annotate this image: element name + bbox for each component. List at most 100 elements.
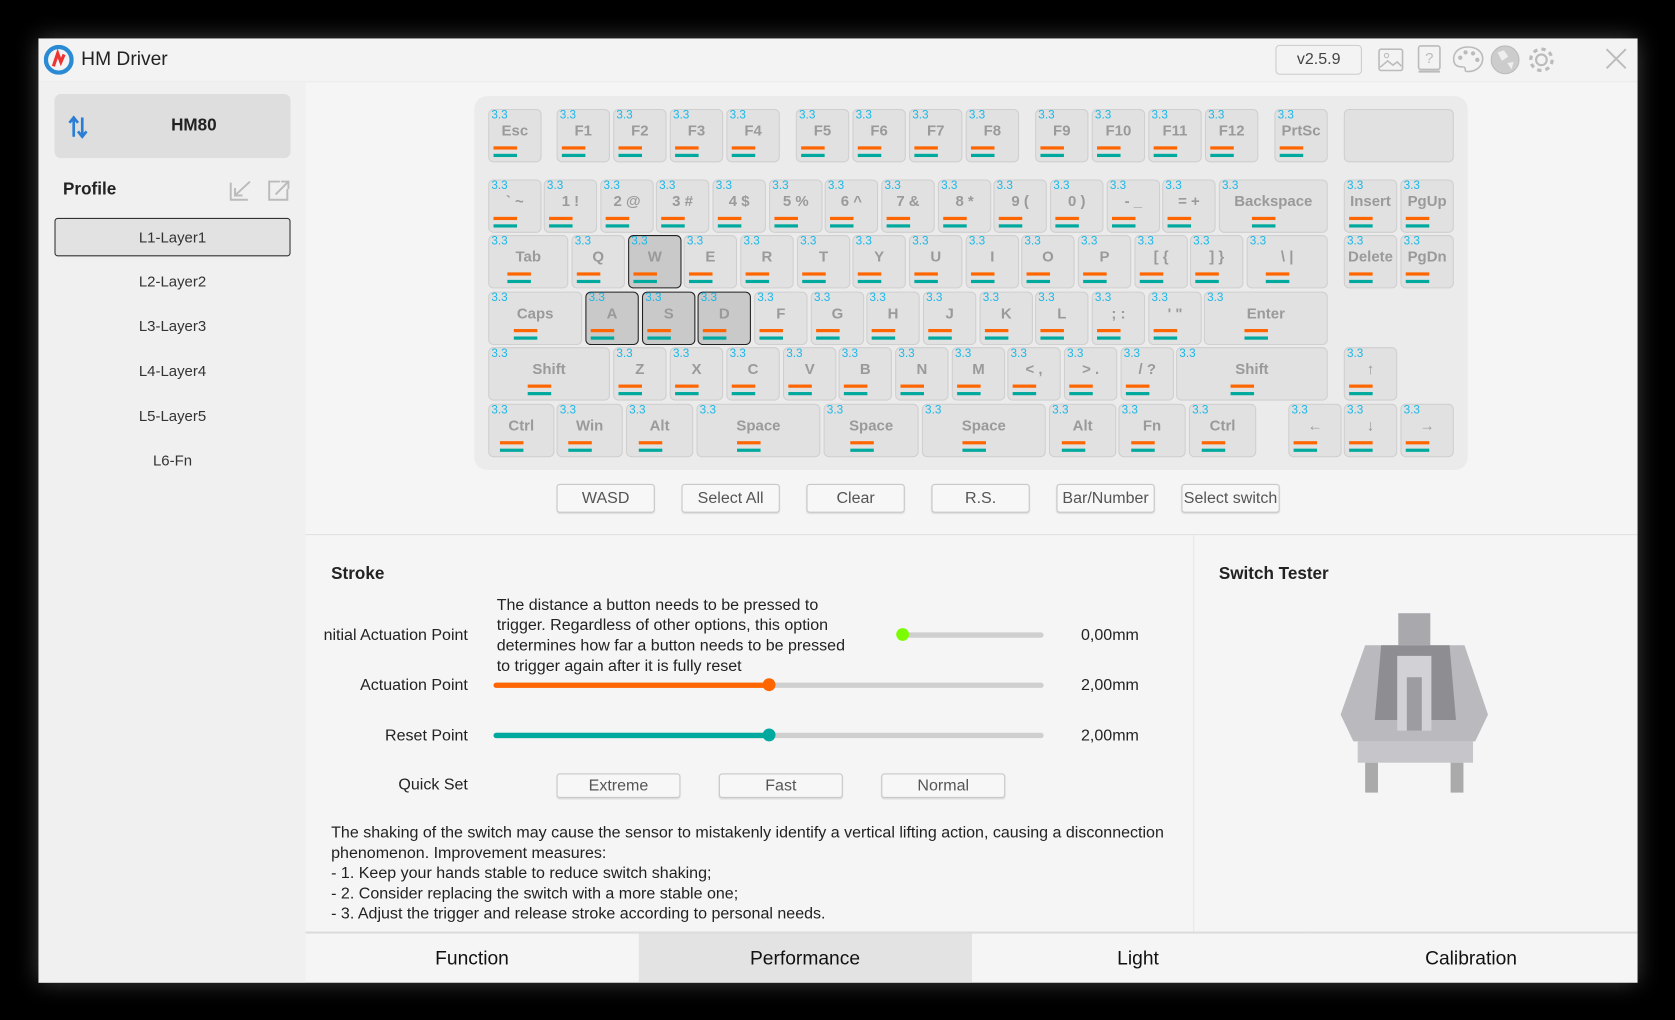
key[interactable]: 3.3/ ? xyxy=(1120,347,1174,401)
key[interactable]: 3.3 PgUp xyxy=(1400,179,1454,233)
key[interactable]: 3.3 ← xyxy=(1288,403,1342,458)
key[interactable]: 3.3 O xyxy=(1021,235,1075,289)
key[interactable]: 3.3 = + xyxy=(1162,179,1216,233)
quick-set-normal[interactable]: Normal xyxy=(881,773,1006,798)
key[interactable]: 3.3 > . xyxy=(1063,347,1118,401)
key[interactable]: 3.3 Space xyxy=(696,403,821,458)
key[interactable]: 3.3 Alt xyxy=(1048,403,1117,458)
key[interactable]: 3.3 F5 xyxy=(795,108,850,163)
key[interactable]: 3.3 N xyxy=(895,347,949,401)
actuation-slider[interactable] xyxy=(493,678,1044,692)
key[interactable]: 3.3 Shift xyxy=(488,347,610,401)
import-icon[interactable] xyxy=(229,178,253,202)
key[interactable]: 3.3 Enter xyxy=(1203,291,1328,346)
key[interactable]: 3.3 F8 xyxy=(965,108,1020,163)
key[interactable]: 3.3[ { xyxy=(1134,235,1188,289)
key[interactable]: 3.3 H xyxy=(866,291,920,346)
palette-icon[interactable] xyxy=(1452,45,1484,73)
key[interactable]: 3.3 B xyxy=(838,347,892,401)
help-book-icon[interactable]: ? xyxy=(1416,45,1442,74)
tab-performance[interactable]: Performance xyxy=(638,931,972,983)
key[interactable]: 3.3 8 * xyxy=(937,179,992,233)
key[interactable]: 3.3 Backspace xyxy=(1218,179,1328,233)
key[interactable]: 3.3 PgDn xyxy=(1400,235,1454,289)
reset-slider-handle[interactable] xyxy=(762,728,775,742)
key[interactable]: 3.3 P xyxy=(1077,235,1132,289)
key[interactable]: 3.3 U xyxy=(909,235,963,289)
key[interactable]: 3.3 0 ) xyxy=(1050,179,1104,233)
key[interactable]: 3.3 I xyxy=(965,235,1020,289)
key[interactable]: 3.3 1 ! xyxy=(543,179,598,233)
key[interactable]: 3.3 X xyxy=(669,347,724,401)
key[interactable]: 3.3 Y xyxy=(852,235,906,289)
device-card[interactable]: HM80 xyxy=(54,94,291,159)
key[interactable]: 3.3 G xyxy=(810,291,865,346)
select-all-button[interactable]: Select All xyxy=(681,483,780,513)
key[interactable]: 3.3 7 & xyxy=(881,179,935,233)
wasd-button[interactable]: WASD xyxy=(556,483,655,513)
key[interactable]: 3.3 F9 xyxy=(1035,108,1089,163)
key[interactable]: 3.3 → xyxy=(1400,403,1454,458)
initial-slider-handle[interactable] xyxy=(896,628,910,641)
rs-button[interactable]: R.S. xyxy=(931,483,1030,513)
select-switch-button[interactable]: Select switch xyxy=(1181,483,1280,513)
initial-actuation-slider[interactable] xyxy=(896,628,1044,641)
key[interactable]: 3.3 F xyxy=(754,291,808,346)
key[interactable]: 3.3 L xyxy=(1035,291,1089,346)
layer-item[interactable]: L2-Layer2 xyxy=(54,263,290,301)
key[interactable]: 3.3 T xyxy=(796,235,851,289)
key[interactable]: 3.3 F6 xyxy=(852,108,906,163)
key[interactable]: 3.3 K xyxy=(979,291,1033,346)
tab-function[interactable]: Function xyxy=(305,931,639,982)
key[interactable]: 3.3 6 ^ xyxy=(824,179,879,233)
key[interactable]: 3.3 F7 xyxy=(909,108,963,163)
key[interactable]: 3.3 Q xyxy=(571,235,625,289)
layer-item[interactable]: L4-Layer4 xyxy=(54,353,290,391)
layer-item[interactable]: L1-Layer1 xyxy=(54,217,291,257)
clear-button[interactable]: Clear xyxy=(806,483,905,513)
close-icon[interactable] xyxy=(1604,47,1628,71)
gear-icon[interactable] xyxy=(1526,45,1556,75)
key[interactable]: 3.3- _ xyxy=(1106,179,1161,233)
key[interactable]: 3.3; : xyxy=(1091,291,1146,346)
key[interactable]: 3.3 D xyxy=(697,291,751,346)
key[interactable]: 3.3 R xyxy=(740,235,794,289)
key[interactable]: 3.3 V xyxy=(782,347,837,401)
key[interactable]: 3.3 F11 xyxy=(1148,108,1202,163)
key[interactable]: 3.3 Alt xyxy=(625,403,694,458)
export-icon[interactable] xyxy=(267,178,291,202)
key[interactable]: 3.3 F12 xyxy=(1204,108,1259,163)
key[interactable]: 3.3 M xyxy=(951,347,1006,401)
key[interactable]: 3.3 Ctrl xyxy=(1188,403,1257,458)
layer-item[interactable]: L6-Fn xyxy=(54,442,290,480)
actuation-slider-handle[interactable] xyxy=(762,678,775,692)
globe-icon[interactable] xyxy=(1489,44,1521,76)
layer-item[interactable]: L3-Layer3 xyxy=(54,308,290,346)
key[interactable]: 3.3 A xyxy=(585,291,639,346)
tab-light[interactable]: Light xyxy=(971,931,1305,982)
layer-item[interactable]: L5-Layer5 xyxy=(54,397,290,435)
key[interactable]: 3.3 Caps xyxy=(488,291,583,346)
key[interactable]: 3.3 Delete xyxy=(1343,235,1398,289)
key[interactable]: 3.3] } xyxy=(1189,235,1244,289)
key[interactable]: 3.3 \ | xyxy=(1246,235,1328,289)
key[interactable]: 3.3 ' " xyxy=(1148,291,1202,346)
key[interactable]: 3.3 3 # xyxy=(655,179,710,233)
key[interactable]: 3.3 Insert xyxy=(1343,179,1398,233)
key[interactable]: 3.3 F3 xyxy=(669,108,724,163)
key[interactable]: 3.3 Shift xyxy=(1176,347,1328,401)
blank-key[interactable] xyxy=(1343,108,1454,163)
key[interactable]: 3.3 Ctrl xyxy=(488,403,555,458)
key[interactable]: 3.3 PrtSc xyxy=(1274,108,1328,163)
key[interactable]: 3.3 4 $ xyxy=(712,179,766,233)
key[interactable]: 3.3 W xyxy=(628,235,682,289)
tab-calibration[interactable]: Calibration xyxy=(1304,931,1638,982)
key[interactable]: 3.3 ` ~ xyxy=(488,179,542,233)
key[interactable]: 3.3 F2 xyxy=(613,108,667,163)
key[interactable]: 3.3 Fn xyxy=(1118,403,1186,458)
reset-slider[interactable] xyxy=(493,728,1044,742)
key[interactable]: 3.3 ↓ xyxy=(1343,403,1398,458)
key[interactable]: 3.3 2 @ xyxy=(600,179,654,233)
key[interactable]: 3.3 C xyxy=(726,347,780,401)
quick-set-extreme[interactable]: Extreme xyxy=(556,773,681,798)
